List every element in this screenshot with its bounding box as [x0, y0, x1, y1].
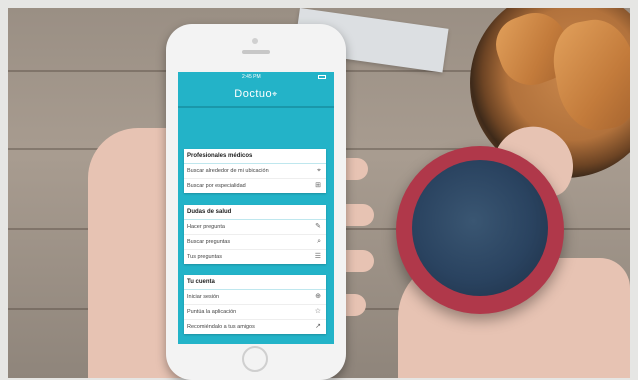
- menu-item-label: Iniciar sesión: [187, 294, 220, 300]
- menu-item-label: Buscar preguntas: [187, 239, 231, 245]
- list-icon: ☰: [314, 253, 321, 260]
- menu-item-search-nearby[interactable]: Buscar alrededor de mi ubicación ⌖: [184, 164, 326, 179]
- appbar-divider: [178, 106, 334, 108]
- search-icon: ⌕: [317, 238, 321, 245]
- menu-item-ask-question[interactable]: Hacer pregunta ✎: [184, 220, 326, 235]
- smartphone: 2:45 PM Doctuo⌖ Profesionales médicos Bu…: [166, 24, 346, 380]
- menu-item-label: Tus preguntas: [187, 254, 222, 260]
- menu-item-rate-app[interactable]: Puntúa la aplicación ☆: [184, 305, 326, 320]
- app-screen: 2:45 PM Doctuo⌖ Profesionales médicos Bu…: [178, 72, 334, 344]
- status-bar: 2:45 PM: [178, 72, 334, 82]
- app-title: Doctuo⌖: [178, 82, 334, 106]
- section-title: Dudas de salud: [184, 205, 326, 220]
- location-pin-icon: ⌖: [272, 89, 278, 99]
- section-card-account: Tu cuenta Iniciar sesión ⊕ Puntúa la apl…: [184, 275, 326, 334]
- section-card-professionals: Profesionales médicos Buscar alrededor d…: [184, 149, 326, 193]
- menu-item-search-specialty[interactable]: Buscar por especialidad ⊞: [184, 179, 326, 193]
- edit-icon: ✎: [315, 223, 321, 230]
- medical-kit-icon: ⊞: [315, 182, 321, 189]
- menu-item-label: Buscar por especialidad: [187, 183, 246, 189]
- menu-item-your-questions[interactable]: Tus preguntas ☰: [184, 250, 326, 264]
- coffee-cup: [396, 146, 564, 314]
- home-button[interactable]: [242, 346, 268, 372]
- menu-item-label: Buscar alrededor de mi ubicación: [187, 168, 269, 174]
- menu-item-login[interactable]: Iniciar sesión ⊕: [184, 290, 326, 305]
- menu-item-label: Recomiéndalo a tus amigos: [187, 324, 255, 330]
- battery-icon: [318, 75, 326, 79]
- speaker-grille: [242, 50, 270, 54]
- menu-item-label: Hacer pregunta: [187, 224, 225, 230]
- app-name: Doctuo: [234, 88, 273, 100]
- status-time: 2:45 PM: [242, 74, 261, 80]
- section-title: Tu cuenta: [184, 275, 326, 290]
- star-icon: ☆: [314, 308, 321, 315]
- location-pin-icon: ⌖: [317, 167, 321, 174]
- front-camera: [252, 38, 258, 44]
- app-bar: Doctuo⌖: [178, 82, 334, 106]
- menu-item-label: Puntúa la aplicación: [187, 309, 237, 315]
- menu-item-recommend[interactable]: Recomiéndalo a tus amigos ↗: [184, 320, 326, 334]
- section-title: Profesionales médicos: [184, 149, 326, 164]
- share-icon: ↗: [315, 323, 321, 330]
- login-icon: ⊕: [315, 293, 321, 300]
- menu-item-search-questions[interactable]: Buscar preguntas ⌕: [184, 235, 326, 250]
- coffee: [412, 160, 548, 296]
- section-card-health-questions: Dudas de salud Hacer pregunta ✎ Buscar p…: [184, 205, 326, 264]
